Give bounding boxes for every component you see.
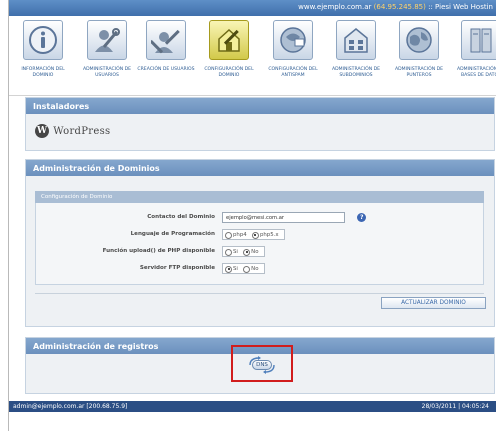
tool-label: CONFIGURACIÓN DEL DOMINIO: [204, 67, 254, 78]
ftp-row: Servidor FTP disponible Si No: [36, 263, 485, 275]
main-frame: www.ejemplo.com.ar (64.95.245.85) :: Pie…: [8, 0, 496, 431]
radio-upload-no[interactable]: [243, 248, 251, 256]
dns-label: DNS: [252, 360, 272, 370]
server-ip: (64.95.245.85): [373, 3, 426, 11]
radio-php4[interactable]: [225, 231, 232, 239]
installers-panel: Instaladores W WordPress: [25, 97, 495, 151]
radio-ftp-no[interactable]: [243, 265, 251, 273]
installers-title: Instaladores: [26, 98, 494, 114]
tool-domain-config[interactable]: CONFIGURACIÓN DEL DOMINIO: [199, 20, 259, 94]
subdomains-icon: [336, 20, 376, 60]
databases-icon: [461, 20, 496, 60]
tool-label: ADMINISTRACIÓN DE USUARIOS: [82, 67, 132, 78]
domain-admin-panel: Administración de Dominios Configuración…: [25, 159, 495, 327]
tool-users-admin[interactable]: ADMINISTRACIÓN DE USUARIOS: [77, 20, 137, 94]
option-php5: php5.x: [259, 232, 279, 238]
tool-label: CONFIGURACIÓN DEL ANTISPAM: [268, 67, 318, 78]
radio-php5[interactable]: [251, 231, 259, 239]
top-bar: www.ejemplo.com.ar (64.95.245.85) :: Pie…: [9, 0, 496, 16]
tool-databases[interactable]: ADMINISTRACIÓN DE BASES DE DATOS: [451, 20, 496, 94]
domain-config-subtitle: Configuración de Dominio: [35, 191, 484, 203]
domain-config-form: Contacto del Dominio ejemplo@mesi.com.ar…: [35, 203, 484, 285]
domain-admin-title: Administración de Dominios: [26, 160, 494, 176]
domain-config-icon: [209, 20, 249, 60]
footer-user: admin@ejemplo.com.ar [200.68.75.9]: [13, 403, 128, 410]
update-domain-button[interactable]: ACTUALIZAR DOMINIO: [381, 297, 486, 309]
contact-label: Contacto del Dominio: [147, 214, 215, 220]
option-yes: Si: [233, 266, 238, 272]
dns-highlight-box: DNS: [231, 345, 293, 382]
footer-bar: admin@ejemplo.com.ar [200.68.75.9] 28/03…: [9, 401, 496, 412]
wordpress-label: WordPress: [53, 125, 111, 137]
tool-label: ADMINISTRACIÓN DE PUNTEROS: [394, 67, 444, 78]
upload-options: Si No: [222, 246, 265, 257]
option-php4: php4: [233, 232, 247, 238]
radio-upload-yes[interactable]: [225, 248, 232, 256]
tool-antispam[interactable]: CONFIGURACIÓN DEL ANTISPAM: [263, 20, 323, 94]
server-suffix: :: Piesi Web Hostin: [428, 3, 493, 11]
contact-email-input[interactable]: ejemplo@mesi.com.ar: [222, 212, 345, 223]
option-no: No: [251, 249, 259, 255]
language-options: php4 php5.x: [222, 229, 285, 240]
tool-label: ADMINISTRACIÓN DE BASES DE DATOS: [456, 67, 496, 78]
help-icon[interactable]: ?: [357, 213, 367, 222]
tool-label: ADMINISTRACIÓN DE SUBDOMINIOS: [331, 67, 381, 78]
tool-pointers[interactable]: ADMINISTRACIÓN DE PUNTEROS: [389, 20, 449, 94]
wordpress-logo-icon: W: [35, 124, 49, 138]
language-label: Lenguaje de Programación: [130, 231, 215, 237]
language-row: Lenguaje de Programación php4 php5.x: [36, 229, 485, 241]
ftp-label: Servidor FTP disponible: [139, 265, 215, 271]
antispam-icon: [273, 20, 313, 60]
info-icon: [23, 20, 63, 60]
tool-label: INFORMACIÓN DEL DOMINIO: [21, 67, 65, 78]
option-yes: Si: [233, 249, 238, 255]
upload-label: Función upload() de PHP disponible: [102, 248, 215, 254]
option-no: No: [251, 266, 259, 272]
pointers-icon: [399, 20, 439, 60]
wordpress-installer[interactable]: W WordPress: [35, 124, 110, 140]
ftp-options: Si No: [222, 263, 265, 274]
footer-datetime: 28/03/2011 | 04:05:24: [421, 403, 489, 410]
tool-users-create[interactable]: CREACIÓN DE USUARIOS: [136, 20, 196, 94]
server-info: www.ejemplo.com.ar (64.95.245.85) :: Pie…: [298, 3, 493, 11]
divider: [35, 293, 484, 294]
tool-domain-info[interactable]: INFORMACIÓN DEL DOMINIO: [13, 20, 73, 94]
dns-button[interactable]: DNS: [247, 356, 277, 374]
contact-row: Contacto del Dominio ejemplo@mesi.com.ar…: [36, 212, 485, 224]
upload-row: Función upload() de PHP disponible Si No: [36, 246, 485, 258]
user-create-icon: [146, 20, 186, 60]
tool-label: CREACIÓN DE USUARIOS: [137, 67, 195, 72]
server-host: www.ejemplo.com.ar: [298, 3, 372, 11]
users-admin-icon: [87, 20, 127, 60]
radio-ftp-yes[interactable]: [225, 265, 232, 273]
main-toolbar: INFORMACIÓN DEL DOMINIO ADMINISTRACIÓN D…: [9, 16, 496, 96]
tool-subdomains[interactable]: ADMINISTRACIÓN DE SUBDOMINIOS: [326, 20, 386, 94]
records-panel: Administración de registros DNS: [25, 337, 495, 394]
